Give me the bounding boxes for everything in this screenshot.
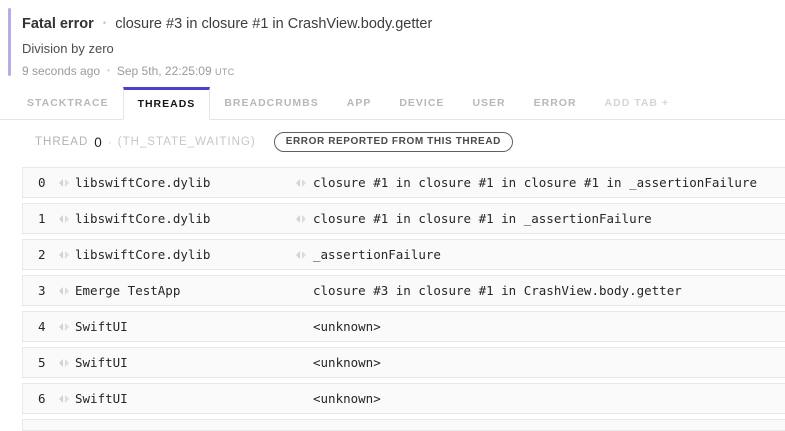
table-row[interactable]: 1 libswiftCore.dylib closure #1 in closu… — [22, 203, 785, 234]
toggle-symbol-icon — [58, 250, 70, 260]
toggle-symbol-icon — [295, 250, 307, 260]
frame-function: <unknown> — [313, 355, 381, 370]
frame-function: closure #1 in closure #1 in closure #1 i… — [313, 175, 757, 190]
toggle-symbol-icon — [58, 394, 70, 404]
table-row[interactable]: 6 SwiftUI <unknown> — [22, 383, 785, 414]
toggle-symbol-icon — [58, 322, 70, 332]
frame-module: libswiftCore.dylib — [75, 175, 283, 190]
tab-add-tab[interactable]: ADD TAB + — [591, 87, 684, 119]
severity-accent-bar — [8, 8, 11, 76]
stack-frame-table: 0 libswiftCore.dylib closure #1 in closu… — [22, 167, 785, 414]
tab-app[interactable]: APP — [333, 87, 386, 119]
table-row[interactable]: 4 SwiftUI <unknown> — [22, 311, 785, 342]
frame-module: Emerge TestApp — [75, 283, 283, 298]
frame-index: 1 — [38, 211, 58, 226]
table-row[interactable]: 5 SwiftUI <unknown> — [22, 347, 785, 378]
frame-function: <unknown> — [313, 391, 381, 406]
thread-number: 0 — [94, 135, 102, 150]
frame-function: <unknown> — [313, 319, 381, 334]
frame-index: 2 — [38, 247, 58, 262]
frame-index: 6 — [38, 391, 58, 406]
frame-module: SwiftUI — [75, 319, 283, 334]
error-type-label: Fatal error — [22, 16, 94, 32]
crash-time-row: 9 seconds ago • Sep 5th, 22:25:09 UTC — [22, 63, 785, 80]
frame-index: 4 — [38, 319, 58, 334]
thread-label: THREAD — [35, 136, 88, 148]
thread-info-bar: THREAD 0 · (TH_STATE_WAITING) ERROR REPO… — [35, 130, 785, 154]
dot-separator-icon: · — [108, 135, 112, 149]
frame-module: libswiftCore.dylib — [75, 247, 283, 262]
frame-function: _assertionFailure — [313, 247, 441, 262]
frame-index: 0 — [38, 175, 58, 190]
toggle-symbol-icon — [58, 214, 70, 224]
error-reported-badge: ERROR REPORTED FROM THIS THREAD — [274, 132, 513, 152]
crash-detail-page: Fatal error • closure #3 in closure #1 in … — [0, 6, 785, 431]
toggle-symbol-icon — [58, 178, 70, 188]
frame-index: 3 — [38, 283, 58, 298]
frame-module: SwiftUI — [75, 391, 283, 406]
relative-time: 9 seconds ago — [22, 64, 100, 78]
frame-module: SwiftUI — [75, 355, 283, 370]
crash-title-row: Fatal error • closure #3 in closure #1 in … — [22, 6, 785, 34]
frame-index: 5 — [38, 355, 58, 370]
toggle-symbol-icon — [295, 178, 307, 188]
timezone-label: UTC — [215, 67, 235, 77]
frame-function: closure #1 in closure #1 in _assertionFa… — [313, 211, 652, 226]
dot-separator-icon: • — [103, 18, 107, 29]
toggle-symbol-icon — [58, 286, 70, 296]
timestamp: Sep 5th, 22:25:09 — [117, 64, 212, 78]
tab-breadcrumbs[interactable]: BREADCRUMBS — [210, 87, 332, 119]
crash-title: closure #3 in closure #1 in CrashView.bo… — [115, 16, 432, 32]
tab-bar: STACKTRACETHREADSBREADCRUMBSAPPDEVICEUSE… — [0, 87, 785, 120]
toggle-symbol-icon — [295, 214, 307, 224]
crash-message: Division by zero — [22, 40, 785, 57]
tab-device[interactable]: DEVICE — [385, 87, 458, 119]
tab-user[interactable]: USER — [458, 87, 519, 119]
tab-stacktrace[interactable]: STACKTRACE — [13, 87, 123, 119]
thread-state-label: (TH_STATE_WAITING) — [118, 136, 256, 148]
frame-function: closure #3 in closure #1 in CrashView.bo… — [313, 283, 682, 298]
dot-separator-icon: • — [107, 66, 110, 75]
tab-error[interactable]: ERROR — [520, 87, 591, 119]
table-row[interactable]: 0 libswiftCore.dylib closure #1 in closu… — [22, 167, 785, 198]
frame-module: libswiftCore.dylib — [75, 211, 283, 226]
toggle-symbol-icon — [58, 358, 70, 368]
crash-header: Fatal error • closure #3 in closure #1 in … — [22, 6, 785, 80]
table-row[interactable]: 3 Emerge TestApp closure #3 in closure #… — [22, 275, 785, 306]
table-row[interactable]: 2 libswiftCore.dylib _assertionFailure — [22, 239, 785, 270]
tab-threads[interactable]: THREADS — [123, 87, 211, 120]
